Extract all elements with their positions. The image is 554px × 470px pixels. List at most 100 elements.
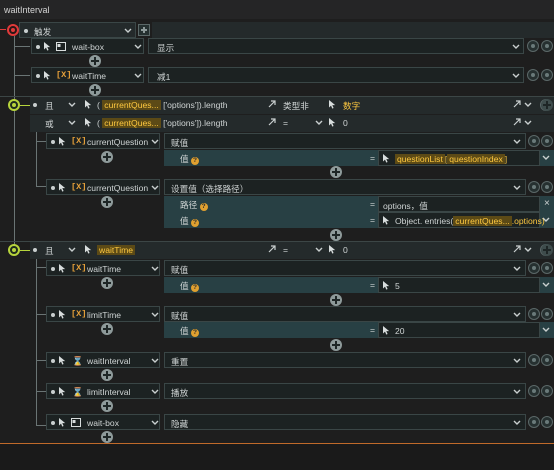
timer-limit-interval[interactable]: ⌛ limitInterval: [46, 383, 160, 399]
settings-icon[interactable]: [541, 308, 553, 320]
assign-current-question[interactable]: [X] currentQuestion: [46, 133, 160, 149]
help-icon[interactable]: ?: [191, 219, 199, 227]
chevron-down-icon[interactable]: [68, 246, 76, 253]
assign-action-dropdown[interactable]: 赋值: [164, 133, 526, 149]
expand-icon[interactable]: [267, 117, 277, 127]
variable-tag[interactable]: questionIndex: [447, 154, 505, 164]
chevron-down-icon[interactable]: [315, 246, 323, 253]
refresh-icon[interactable]: [528, 181, 540, 193]
action-waittime-decrement[interactable]: [X] waitTime: [31, 67, 144, 83]
chevron-down-icon[interactable]: [68, 101, 76, 108]
variable-tag[interactable]: waitTime: [97, 245, 136, 255]
path-field[interactable]: options，值: [378, 196, 540, 212]
assign-value-field[interactable]: 20: [378, 322, 540, 338]
chevron-down-icon[interactable]: [315, 119, 323, 126]
settings-icon[interactable]: [541, 69, 553, 81]
logic-operator[interactable]: 且: [45, 245, 54, 257]
refresh-icon[interactable]: [528, 308, 540, 320]
trigger-dropdown[interactable]: 触发: [19, 22, 136, 38]
refresh-icon[interactable]: [527, 69, 539, 81]
settings-icon[interactable]: [541, 354, 553, 366]
timer-action-dropdown[interactable]: 播放: [164, 383, 526, 399]
add-after-button[interactable]: [101, 369, 113, 381]
add-after-button[interactable]: [330, 339, 342, 351]
timer-wait-interval[interactable]: ⌛ waitInterval: [46, 352, 160, 368]
variable-tag[interactable]: questionList: [395, 154, 445, 164]
settings-icon[interactable]: [541, 40, 553, 52]
condition-toggle-icon[interactable]: [8, 99, 20, 111]
trigger-add-button[interactable]: [138, 24, 150, 36]
expand-icon[interactable]: [512, 117, 522, 127]
assign-wait-time[interactable]: [X] waitTime: [46, 260, 160, 276]
chevron-down-icon[interactable]: [542, 326, 550, 333]
action-value-dropdown[interactable]: 显示: [148, 38, 524, 54]
condition-rhs[interactable]: 0: [343, 118, 348, 128]
variable-tag[interactable]: currentQues...: [102, 118, 161, 128]
help-icon[interactable]: ?: [199, 203, 208, 211]
variable-tag[interactable]: currentQues...: [102, 100, 161, 110]
logic-operator[interactable]: 且: [45, 100, 54, 112]
variable-tag[interactable]: currentQues...: [453, 216, 512, 226]
logic-operator[interactable]: 或: [45, 118, 54, 130]
comparison-operator[interactable]: =: [283, 245, 288, 255]
assign-value-field[interactable]: questionList[questionIndex]: [378, 150, 540, 166]
refresh-icon[interactable]: [528, 135, 540, 147]
expand-icon[interactable]: [267, 244, 277, 254]
condition-rhs[interactable]: 数字: [343, 100, 360, 112]
comparison-operator[interactable]: 类型非: [283, 100, 309, 112]
chevron-down-icon[interactable]: [542, 154, 550, 161]
set-value-field[interactable]: Object. entries(currentQues... .options): [378, 212, 545, 228]
settings-icon[interactable]: [541, 385, 553, 397]
action-value-dropdown[interactable]: 隐藏: [164, 414, 526, 430]
settings-icon[interactable]: [541, 416, 553, 428]
add-condition-button[interactable]: [541, 244, 553, 256]
help-icon[interactable]: ?: [191, 157, 199, 165]
condition-rhs[interactable]: 0: [343, 245, 348, 255]
assign-value-field[interactable]: 5: [378, 277, 540, 293]
expand-icon[interactable]: [512, 244, 522, 254]
add-after-button[interactable]: [330, 229, 342, 241]
add-after-button[interactable]: [330, 294, 342, 306]
add-after-button[interactable]: [101, 277, 113, 289]
add-condition-button[interactable]: [541, 99, 553, 111]
timer-action-dropdown[interactable]: 重置: [164, 352, 526, 368]
add-after-button[interactable]: [89, 55, 101, 67]
help-icon[interactable]: ?: [191, 284, 199, 292]
close-icon[interactable]: ×: [544, 198, 550, 209]
refresh-icon[interactable]: [528, 416, 540, 428]
comparison-operator[interactable]: =: [283, 118, 288, 128]
refresh-icon[interactable]: [528, 262, 540, 274]
chevron-down-icon[interactable]: [524, 101, 532, 108]
assign-action-dropdown[interactable]: 设置值（选择路径）: [164, 179, 526, 195]
add-after-button[interactable]: [330, 166, 342, 178]
chevron-down-icon[interactable]: [524, 119, 532, 126]
add-after-button[interactable]: [89, 84, 101, 96]
add-after-button[interactable]: [101, 400, 113, 412]
action-wait-box-hide[interactable]: wait-box: [46, 414, 160, 430]
add-after-button[interactable]: [101, 196, 113, 208]
add-after-button[interactable]: [101, 323, 113, 335]
trigger-toggle-icon[interactable]: [7, 24, 19, 36]
chevron-down-icon[interactable]: [542, 281, 550, 288]
condition-toggle-icon[interactable]: [8, 244, 20, 256]
action-wait-box-show[interactable]: wait-box: [31, 38, 144, 54]
add-after-button[interactable]: [101, 431, 113, 443]
expand-icon[interactable]: [267, 99, 277, 109]
expand-icon[interactable]: [512, 99, 522, 109]
settings-icon[interactable]: [541, 262, 553, 274]
chevron-down-icon[interactable]: [68, 119, 76, 126]
refresh-icon[interactable]: [528, 385, 540, 397]
refresh-icon[interactable]: [527, 40, 539, 52]
set-current-question[interactable]: [X] currentQuestion: [46, 179, 160, 195]
chevron-down-icon[interactable]: [542, 216, 550, 223]
assign-action-dropdown[interactable]: 赋值: [164, 260, 526, 276]
add-after-button[interactable]: [101, 151, 113, 163]
assign-action-dropdown[interactable]: 赋值: [164, 306, 526, 322]
chevron-down-icon[interactable]: [524, 246, 532, 253]
assign-limit-time[interactable]: [X] limitTime: [46, 306, 160, 322]
settings-icon[interactable]: [541, 135, 553, 147]
help-icon[interactable]: ?: [191, 329, 199, 337]
refresh-icon[interactable]: [528, 354, 540, 366]
settings-icon[interactable]: [541, 181, 553, 193]
action-value-dropdown[interactable]: 减1: [148, 67, 524, 83]
